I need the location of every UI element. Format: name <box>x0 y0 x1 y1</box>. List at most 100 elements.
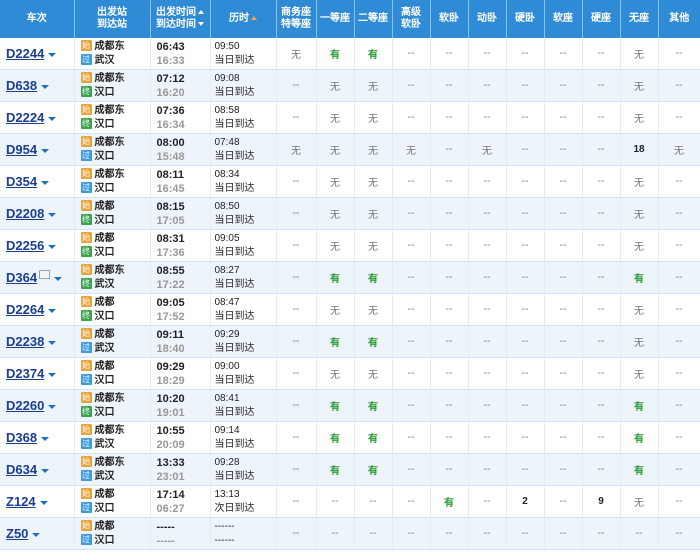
seat-soft-seat[interactable]: -- <box>544 101 583 134</box>
train-number-link[interactable]: D2374 <box>6 366 44 381</box>
chevron-down-icon[interactable] <box>48 405 57 410</box>
seat-other[interactable]: -- <box>658 69 700 102</box>
chevron-down-icon[interactable] <box>39 501 48 506</box>
seat-adv-soft-sleeper[interactable]: -- <box>392 389 431 422</box>
seat-soft-seat[interactable]: -- <box>544 133 583 166</box>
chevron-down-icon[interactable] <box>41 181 50 186</box>
seat-hard-seat[interactable]: -- <box>582 421 621 454</box>
chevron-down-icon[interactable] <box>32 533 41 538</box>
seat-second-class[interactable]: 有 <box>354 389 393 422</box>
seat-adv-soft-sleeper[interactable]: -- <box>392 165 431 198</box>
train-number-link[interactable]: D2208 <box>6 206 44 221</box>
seat-soft-sleeper[interactable]: 有 <box>430 485 469 518</box>
seat-business[interactable]: -- <box>276 165 317 198</box>
seat-soft-seat[interactable]: -- <box>544 325 583 358</box>
seat-soft-seat[interactable]: -- <box>544 357 583 390</box>
seat-no-seat[interactable]: 无 <box>620 293 659 326</box>
seat-business[interactable]: -- <box>276 197 317 230</box>
seat-hard-seat[interactable]: -- <box>582 325 621 358</box>
seat-second-class[interactable]: 无 <box>354 197 393 230</box>
seat-no-seat[interactable]: 无 <box>620 197 659 230</box>
train-number-link[interactable]: D364 <box>6 270 37 285</box>
seat-other[interactable]: 无 <box>658 133 700 166</box>
seat-first-class[interactable]: 有 <box>316 453 355 486</box>
train-number-link[interactable]: D2224 <box>6 110 44 125</box>
seat-second-class[interactable]: -- <box>354 517 393 550</box>
seat-business[interactable]: -- <box>276 517 317 550</box>
seat-soft-seat[interactable]: -- <box>544 69 583 102</box>
seat-no-seat[interactable]: 无 <box>620 101 659 134</box>
chevron-down-icon[interactable] <box>41 149 50 154</box>
seat-adv-soft-sleeper[interactable]: -- <box>392 325 431 358</box>
seat-first-class[interactable]: 有 <box>316 325 355 358</box>
chevron-down-icon[interactable] <box>48 373 57 378</box>
seat-hard-sleeper[interactable]: -- <box>506 357 545 390</box>
train-number-link[interactable]: D954 <box>6 142 37 157</box>
train-number-link[interactable]: D368 <box>6 430 37 445</box>
seat-moving-sleeper[interactable]: -- <box>468 261 507 294</box>
seat-moving-sleeper[interactable]: -- <box>468 325 507 358</box>
seat-adv-soft-sleeper[interactable]: -- <box>392 69 431 102</box>
seat-hard-sleeper[interactable]: -- <box>506 325 545 358</box>
header-times[interactable]: 出发时间 到达时间 <box>150 0 211 38</box>
seat-other[interactable]: -- <box>658 389 700 422</box>
seat-soft-seat[interactable]: -- <box>544 229 583 262</box>
train-number-link[interactable]: Z50 <box>6 526 28 541</box>
seat-hard-seat[interactable]: -- <box>582 389 621 422</box>
seat-hard-sleeper[interactable]: -- <box>506 38 545 70</box>
seat-soft-sleeper[interactable]: -- <box>430 421 469 454</box>
seat-second-class[interactable]: 无 <box>354 357 393 390</box>
seat-no-seat[interactable]: 无 <box>620 229 659 262</box>
seat-hard-seat[interactable]: -- <box>582 293 621 326</box>
seat-soft-sleeper[interactable]: -- <box>430 517 469 550</box>
seat-other[interactable]: -- <box>658 261 700 294</box>
seat-second-class[interactable]: 无 <box>354 293 393 326</box>
seat-second-class[interactable]: 有 <box>354 325 393 358</box>
train-number-link[interactable]: D638 <box>6 78 37 93</box>
seat-first-class[interactable]: 有 <box>316 421 355 454</box>
seat-second-class[interactable]: 无 <box>354 133 393 166</box>
seat-moving-sleeper[interactable]: -- <box>468 69 507 102</box>
seat-other[interactable]: -- <box>658 357 700 390</box>
seat-first-class[interactable]: 无 <box>316 197 355 230</box>
sort-up-icon[interactable] <box>198 10 204 15</box>
seat-hard-sleeper[interactable]: 2 <box>506 485 545 518</box>
seat-hard-sleeper[interactable]: -- <box>506 293 545 326</box>
seat-hard-sleeper[interactable]: -- <box>506 453 545 486</box>
chevron-down-icon[interactable] <box>48 117 57 122</box>
seat-other[interactable]: -- <box>658 229 700 262</box>
seat-soft-seat[interactable]: -- <box>544 517 583 550</box>
seat-adv-soft-sleeper[interactable]: -- <box>392 453 431 486</box>
seat-no-seat[interactable]: -- <box>620 517 659 550</box>
seat-hard-seat[interactable]: -- <box>582 261 621 294</box>
seat-soft-seat[interactable]: -- <box>544 165 583 198</box>
seat-first-class[interactable]: -- <box>316 517 355 550</box>
seat-no-seat[interactable]: 有 <box>620 421 659 454</box>
seat-other[interactable]: -- <box>658 325 700 358</box>
seat-soft-sleeper[interactable]: -- <box>430 101 469 134</box>
seat-business[interactable]: 无 <box>276 38 317 70</box>
seat-hard-seat[interactable]: -- <box>582 453 621 486</box>
seat-no-seat[interactable]: 有 <box>620 261 659 294</box>
seat-soft-seat[interactable]: -- <box>544 38 583 70</box>
seat-business[interactable]: -- <box>276 261 317 294</box>
seat-moving-sleeper[interactable]: -- <box>468 453 507 486</box>
seat-second-class[interactable]: 有 <box>354 421 393 454</box>
seat-second-class[interactable]: 有 <box>354 38 393 70</box>
seat-second-class[interactable]: 有 <box>354 453 393 486</box>
seat-moving-sleeper[interactable]: -- <box>468 38 507 70</box>
seat-soft-seat[interactable]: -- <box>544 261 583 294</box>
seat-other[interactable]: -- <box>658 421 700 454</box>
seat-soft-sleeper[interactable]: -- <box>430 69 469 102</box>
seat-adv-soft-sleeper[interactable]: -- <box>392 38 431 70</box>
seat-adv-soft-sleeper[interactable]: -- <box>392 357 431 390</box>
header-duration[interactable]: 历时 <box>210 0 277 38</box>
seat-second-class[interactable]: 无 <box>354 101 393 134</box>
seat-second-class[interactable]: 无 <box>354 165 393 198</box>
seat-first-class[interactable]: 无 <box>316 69 355 102</box>
seat-no-seat[interactable]: 有 <box>620 389 659 422</box>
seat-hard-sleeper[interactable]: -- <box>506 165 545 198</box>
seat-adv-soft-sleeper[interactable]: -- <box>392 197 431 230</box>
seat-hard-seat[interactable]: 9 <box>582 485 621 518</box>
seat-second-class[interactable]: 无 <box>354 229 393 262</box>
